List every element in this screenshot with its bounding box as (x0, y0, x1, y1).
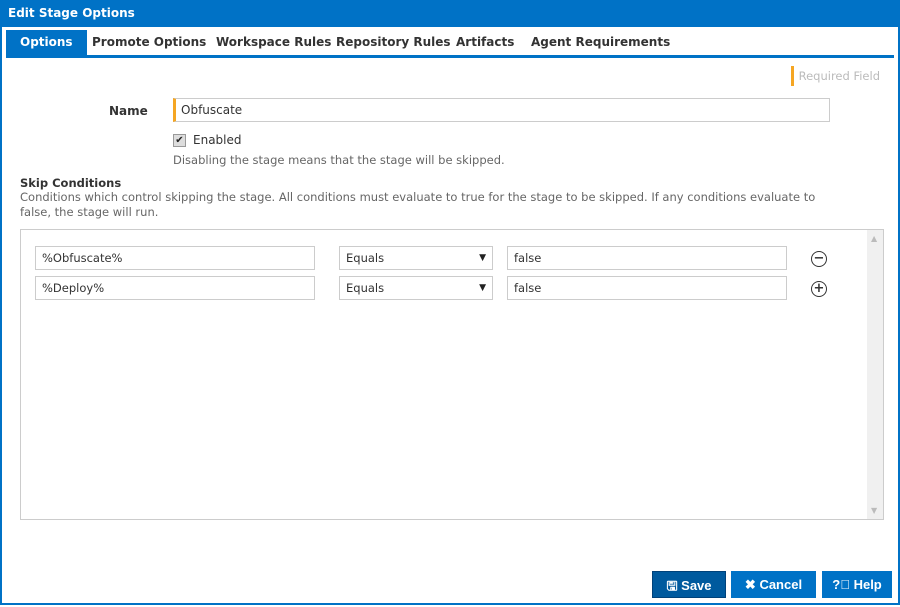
dropdown-arrow-icon: ▼ (479, 283, 486, 293)
enabled-label[interactable]: Enabled (193, 133, 242, 147)
scroll-down-icon[interactable]: ▼ (871, 506, 877, 515)
title-bar: Edit Stage Options (0, 0, 900, 27)
scroll-up-icon[interactable]: ▲ (871, 234, 877, 243)
tab-agent-requirements[interactable]: Agent Requirements (517, 30, 684, 55)
remove-circle-icon[interactable]: − (811, 251, 827, 267)
save-icon: 🖫 (666, 578, 678, 593)
checkmark-icon: ✔ (175, 135, 184, 146)
cancel-button[interactable]: ✖ Cancel (731, 571, 816, 598)
help-icon: ?⃝ (832, 577, 850, 592)
skip-conditions-panel: %Obfuscate% Equals ▼ false − %Deploy% Eq… (20, 229, 884, 520)
condition-operator-select[interactable]: Equals ▼ (339, 276, 493, 300)
tab-options[interactable]: Options (6, 30, 87, 55)
dropdown-arrow-icon: ▼ (479, 253, 486, 263)
help-label: Help (853, 577, 882, 592)
tab-promote-options[interactable]: Promote Options (78, 30, 220, 55)
tab-artifacts[interactable]: Artifacts (442, 30, 528, 55)
tab-bar: Options Promote Options Workspace Rules … (6, 30, 894, 58)
operator-value: Equals (346, 281, 385, 295)
cancel-label: Cancel (759, 577, 803, 592)
condition-operator-select[interactable]: Equals ▼ (339, 246, 493, 270)
save-button[interactable]: 🖫 Save (652, 571, 726, 598)
close-icon: ✖ (744, 577, 756, 592)
vertical-scrollbar[interactable]: ▲ ▼ (867, 230, 883, 519)
save-label: Save (681, 578, 712, 593)
enabled-help-text: Disabling the stage means that the stage… (173, 153, 505, 167)
skip-conditions-description: Conditions which control skipping the st… (20, 190, 816, 219)
condition-variable-input[interactable]: %Deploy% (35, 276, 315, 300)
dialog-title: Edit Stage Options (8, 6, 135, 20)
help-button[interactable]: ?⃝ Help (822, 571, 892, 598)
add-circle-icon[interactable]: + (811, 281, 827, 297)
condition-value-input[interactable]: false (507, 276, 787, 300)
condition-value-input[interactable]: false (507, 246, 787, 270)
operator-value: Equals (346, 251, 385, 265)
required-field-legend: Required Field (790, 66, 880, 86)
edit-stage-options-dialog: Edit Stage Options Options Promote Optio… (0, 0, 900, 605)
name-input[interactable]: Obfuscate (173, 98, 830, 122)
condition-variable-input[interactable]: %Obfuscate% (35, 246, 315, 270)
skip-conditions-title: Skip Conditions (20, 176, 122, 190)
name-label: Name (109, 104, 148, 118)
enabled-checkbox[interactable]: ✔ (173, 134, 186, 147)
